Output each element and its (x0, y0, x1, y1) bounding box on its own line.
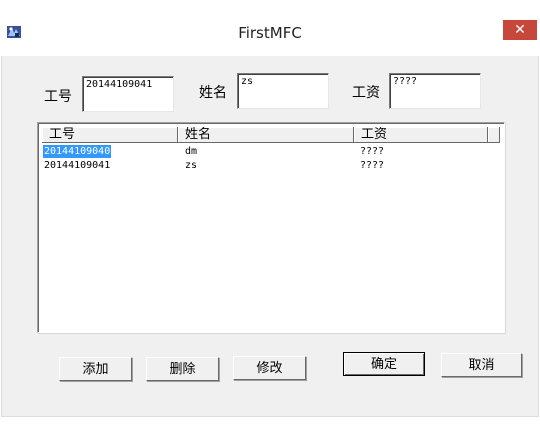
row-salary-cell: ???? (360, 146, 385, 157)
row-id-cell: 20144109041 (44, 160, 111, 171)
salary-label: 工资 (352, 85, 380, 101)
close-icon: ✕ (514, 22, 526, 38)
modify-button[interactable]: 修改 (233, 356, 306, 380)
id-field[interactable]: 20144109041 (82, 76, 174, 112)
close-button[interactable]: ✕ (503, 20, 537, 40)
column-header-filler (488, 127, 500, 143)
column-header-name[interactable]: 姓名 (178, 127, 354, 143)
list-row[interactable]: 20144109040 dm ???? (42, 145, 500, 158)
list-body: 工号 姓名 工资 20144109040 dm ???? 20144109041… (42, 127, 500, 328)
row-name-cell: zs (185, 160, 198, 171)
row-salary-cell: ???? (360, 160, 385, 171)
salary-field[interactable]: ???? (389, 73, 481, 109)
list-row[interactable]: 20144109041 zs ???? (42, 159, 500, 172)
title-bar[interactable]: FirstMFC ✕ (0, 0, 540, 44)
name-label: 姓名 (199, 85, 227, 101)
column-header-id[interactable]: 工号 (42, 127, 178, 143)
row-name-cell: dm (185, 146, 198, 157)
add-button[interactable]: 添加 (59, 357, 132, 381)
window-title: FirstMFC (238, 24, 302, 42)
row-id-cell: 20144109040 (43, 145, 112, 158)
column-header-salary[interactable]: 工资 (354, 127, 488, 143)
name-field[interactable]: zs (237, 73, 329, 109)
cancel-button[interactable]: 取消 (441, 353, 522, 377)
id-label: 工号 (44, 89, 72, 105)
delete-button[interactable]: 删除 (146, 357, 219, 381)
dialog-window: FirstMFC ✕ 工号 20144109041 姓名 zs 工资 ???? … (0, 0, 540, 440)
employee-list[interactable]: 工号 姓名 工资 20144109040 dm ???? 20144109041… (37, 122, 505, 333)
ok-button[interactable]: 确定 (343, 352, 425, 376)
